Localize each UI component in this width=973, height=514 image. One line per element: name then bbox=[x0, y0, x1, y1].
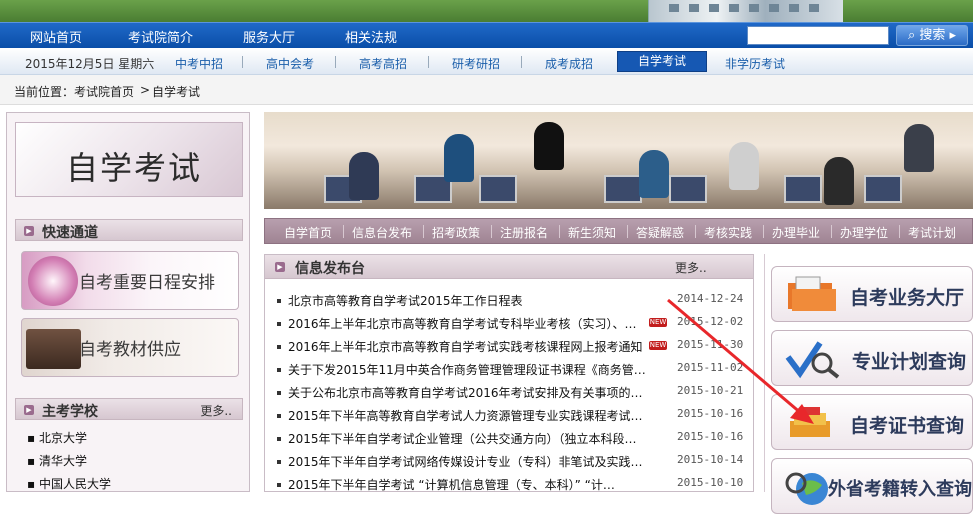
new-badge: NEW bbox=[649, 318, 667, 327]
quick-access-header: ▶ 快速通道 bbox=[15, 219, 243, 241]
schedule-banner-label: 自考重要日程安排 bbox=[79, 273, 215, 293]
news-row[interactable]: 2016年上半年北京市高等教育自学考试实践考核课程网上报考通知 NEW 2015-1… bbox=[277, 335, 747, 358]
menu-item-info[interactable]: 信息台发布 bbox=[352, 224, 412, 241]
quick-access-title: 快速通道 bbox=[42, 225, 98, 241]
new-badge: NEW bbox=[649, 341, 667, 350]
news-row[interactable]: 2015年下半年自学考试 “计算机信息管理（专、本科）” “计… 2015-10-… bbox=[277, 473, 747, 496]
news-header: ▶ 信息发布台 更多.. bbox=[265, 255, 753, 279]
breadcrumb-label: 当前位置： bbox=[14, 85, 75, 99]
subnav-item-zhongkao[interactable]: 中考中招 bbox=[175, 55, 223, 72]
schedule-banner[interactable]: 自考重要日程安排 bbox=[21, 251, 239, 310]
news-row[interactable]: 关于公布北京市高等教育自学考试2016年考试安排及有关事项的… 2015-10-2… bbox=[277, 381, 747, 404]
schools-title: 主考学校 bbox=[42, 404, 98, 420]
news-row[interactable]: 北京市高等教育自学考试2015年工作日程表 2014-12-24 bbox=[277, 289, 747, 312]
news-row[interactable]: 2015年下半年自学考试网络传媒设计专业（专科）非笔试及实践… 2015-10-1… bbox=[277, 450, 747, 473]
book-image bbox=[26, 329, 81, 369]
plan-query-label: 专业计划查询 bbox=[852, 351, 967, 373]
nav-item-home[interactable]: 网站首页 bbox=[30, 27, 82, 46]
news-row[interactable]: 2016年上半年北京市高等教育自学考试专科毕业考核（实习）、… NEW 2015-1… bbox=[277, 312, 747, 335]
subnav-item-feixueli[interactable]: 非学历考试 bbox=[725, 55, 785, 72]
menu-item-plan[interactable]: 考试计划 bbox=[908, 224, 956, 241]
classroom-photo bbox=[264, 112, 973, 209]
transfer-query-label: 外省考籍转入查询 bbox=[828, 479, 972, 500]
news-row[interactable]: 2015年下半年自学考试企业管理（公共交通方向）（独立本科段… 2015-10-1… bbox=[277, 427, 747, 450]
subnav-item-gaokao[interactable]: 高考高招 bbox=[359, 55, 407, 72]
certificate-query-label: 自考证书查询 bbox=[850, 415, 965, 437]
list-item[interactable]: ▪ 清华大学 bbox=[27, 452, 111, 475]
building-photo bbox=[648, 0, 843, 22]
search-icon: ⌕ bbox=[907, 28, 916, 43]
search-input[interactable] bbox=[747, 26, 889, 45]
menu-item-faq[interactable]: 答疑解惑 bbox=[636, 224, 684, 241]
checkmark-magnifier-icon bbox=[785, 341, 840, 379]
flower-image bbox=[28, 256, 78, 306]
textbook-banner-label: 自考教材供应 bbox=[79, 340, 181, 360]
search-button-label: 搜索 bbox=[919, 28, 946, 43]
menu-item-practice[interactable]: 考核实践 bbox=[704, 224, 752, 241]
breadcrumb-home[interactable]: 考试院首页 bbox=[74, 83, 134, 100]
schools-header: ▶ 主考学校 更多.. bbox=[15, 398, 243, 420]
right-sidebar: 自考业务大厅 专业计划查询 自考证书查询 外省考籍转入查询 bbox=[764, 254, 973, 514]
menu-item-newcomer[interactable]: 新生须知 bbox=[568, 224, 616, 241]
bullet-icon: ▶ bbox=[275, 262, 285, 272]
section-title: 自学考试 bbox=[66, 149, 203, 187]
news-row[interactable]: 关于下发2015年11月中英合作商务管理管理段证书课程《商务管… 2015-11-… bbox=[277, 358, 747, 381]
breadcrumb-current: 自学考试 bbox=[152, 85, 201, 99]
chevron-right-icon: ▸ bbox=[949, 28, 957, 43]
bullet-icon: ▶ bbox=[24, 405, 34, 415]
breadcrumb-separator: > bbox=[140, 83, 151, 97]
left-sidebar: 自学考试 ▶ 快速通道 自考重要日程安排 自考教材供应 ▶ 主考学校 更多.. … bbox=[6, 112, 250, 492]
certificate-query-button[interactable]: 自考证书查询 bbox=[771, 394, 973, 450]
menu-item-graduate[interactable]: 办理毕业 bbox=[772, 224, 820, 241]
current-date: 2015年12月5日 星期六 bbox=[25, 57, 155, 71]
folder-icon bbox=[788, 276, 836, 311]
transfer-query-button[interactable]: 外省考籍转入查询 bbox=[771, 458, 973, 514]
menu-item-degree[interactable]: 办理学位 bbox=[840, 224, 888, 241]
subnav-item-zixue-active[interactable]: 自学考试 bbox=[617, 51, 707, 72]
hall-button[interactable]: 自考业务大厅 bbox=[771, 266, 973, 322]
subnav-item-yankao[interactable]: 研考研招 bbox=[452, 55, 500, 72]
list-item[interactable]: ▪ 北京大学 bbox=[27, 429, 111, 452]
schools-more-link[interactable]: 更多.. bbox=[200, 402, 232, 419]
nav-item-about[interactable]: 考试院简介 bbox=[128, 27, 193, 46]
menu-item-register[interactable]: 注册报名 bbox=[500, 224, 548, 241]
textbook-banner[interactable]: 自考教材供应 bbox=[21, 318, 239, 377]
menu-item-policy[interactable]: 招考政策 bbox=[432, 224, 480, 241]
plan-query-button[interactable]: 专业计划查询 bbox=[771, 330, 973, 386]
news-row[interactable]: 2015年下半年高等教育自学考试人力资源管理专业实践课程考试… 2015-10-1… bbox=[277, 404, 747, 427]
news-more-link[interactable]: 更多.. bbox=[675, 259, 707, 276]
sub-nav: 2015年12月5日 星期六 中考中招 高中会考 高考高招 研考研招 成考成招 … bbox=[0, 48, 973, 75]
nav-item-laws[interactable]: 相关法规 bbox=[345, 27, 397, 46]
menu-item-home[interactable]: 自学首页 bbox=[284, 224, 332, 241]
news-title: 信息发布台 bbox=[295, 261, 365, 277]
top-banner-strip bbox=[0, 0, 973, 22]
hall-button-label: 自考业务大厅 bbox=[850, 287, 965, 309]
search-button[interactable]: ⌕ 搜索 ▸ bbox=[896, 25, 968, 46]
certificate-icon bbox=[790, 407, 830, 437]
main-nav: 网站首页 考试院简介 服务大厅 相关法规 ⌕ 搜索 ▸ bbox=[0, 22, 973, 48]
schools-list: ▪ 北京大学 ▪ 清华大学 ▪ 中国人民大学 bbox=[27, 429, 111, 498]
bullet-icon: ▶ bbox=[24, 226, 34, 236]
news-panel: ▶ 信息发布台 更多.. 北京市高等教育自学考试2015年工作日程表 2014-1… bbox=[264, 254, 754, 492]
subnav-item-huikao[interactable]: 高中会考 bbox=[266, 55, 314, 72]
list-item[interactable]: ▪ 中国人民大学 bbox=[27, 475, 111, 498]
section-menu: 自学首页 信息台发布 招考政策 注册报名 新生须知 答疑解惑 考核实践 办理毕业… bbox=[264, 218, 973, 244]
breadcrumb: 当前位置： 考试院首页 > 自学考试 bbox=[0, 75, 973, 105]
subnav-item-chengkao[interactable]: 成考成招 bbox=[545, 55, 593, 72]
section-logo: 自学考试 bbox=[15, 122, 243, 197]
nav-item-service[interactable]: 服务大厅 bbox=[243, 27, 295, 46]
